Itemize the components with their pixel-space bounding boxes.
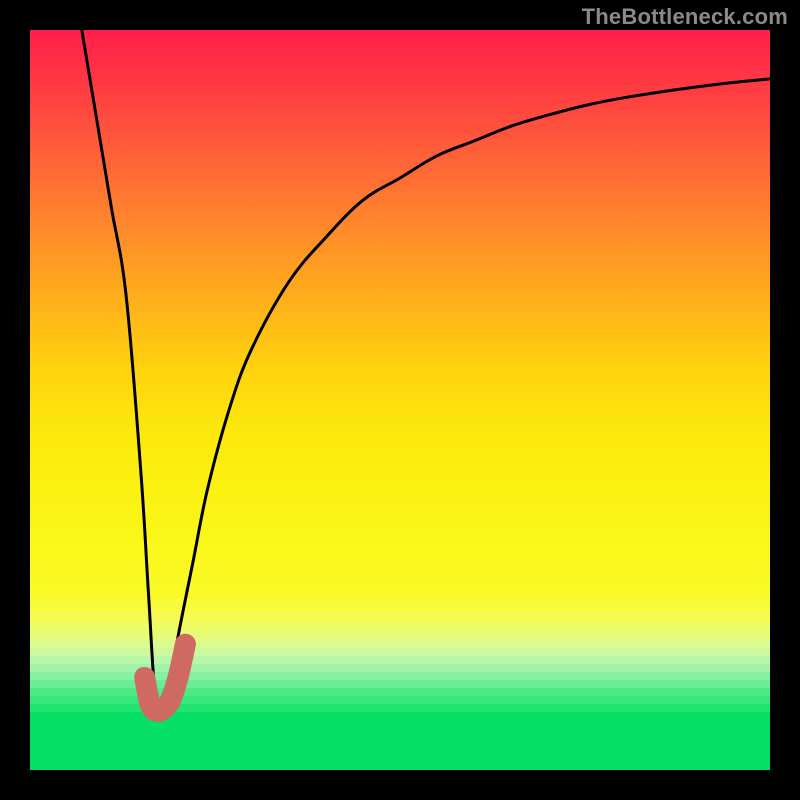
watermark-label: TheBottleneck.com [582, 4, 788, 30]
marker-dot [135, 667, 151, 683]
chart-frame: TheBottleneck.com [0, 0, 800, 800]
bottleneck-curve [82, 30, 770, 713]
chart-svg [30, 30, 770, 770]
plot-area [30, 30, 770, 770]
